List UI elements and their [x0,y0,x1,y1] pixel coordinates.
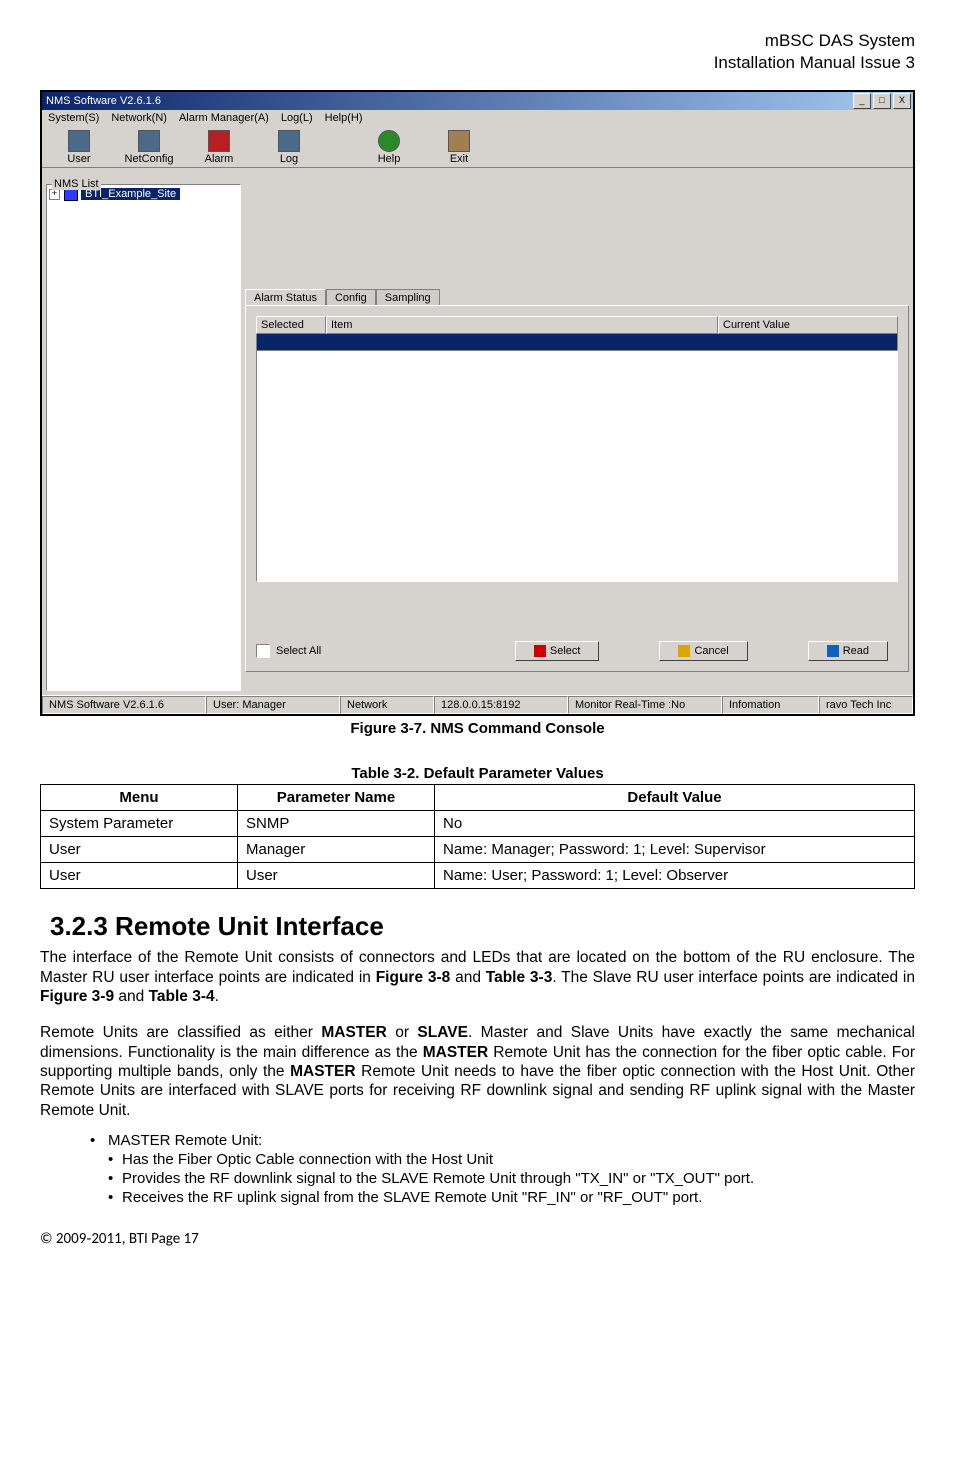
exit-icon [448,130,470,152]
status-monitor: Monitor Real-Time :No [568,696,722,714]
header-line1: mBSC DAS System [40,30,915,52]
log-icon [278,130,300,152]
select-button[interactable]: Select [515,641,600,661]
minimize-button[interactable]: _ [853,93,871,109]
menu-system[interactable]: System(S) [48,112,99,124]
toolbar-help[interactable]: Help [354,128,424,165]
page-header: mBSC DAS System Installation Manual Issu… [40,30,915,74]
status-app: NMS Software V2.6.1.6 [42,696,206,714]
section-heading: 3.2.3 Remote Unit Interface [50,911,915,942]
toolbar-user[interactable]: User [44,128,114,165]
select-all-checkbox[interactable] [256,644,270,658]
menu-log[interactable]: Log(L) [281,112,313,124]
status-user: User: Manager [206,696,340,714]
header-line2: Installation Manual Issue 3 [40,52,915,74]
netconfig-icon [138,130,160,152]
col-selected[interactable]: Selected [256,316,326,334]
paragraph-1: The interface of the Remote Unit consist… [40,948,915,1006]
window-title: NMS Software V2.6.1.6 [44,95,853,107]
help-icon [378,130,400,152]
page-footer: © 2009‐2011, BTI Page 17 [40,1230,915,1248]
nms-screenshot: NMS Software V2.6.1.6 _ □ X System(S) Ne… [40,90,915,716]
table-row: User User Name: User; Password: 1; Level… [41,863,915,889]
statusbar: NMS Software V2.6.1.6 User: Manager Netw… [42,695,913,714]
status-addr: 128.0.0.15:8192 [434,696,568,714]
nms-list-label: NMS List [52,178,101,190]
toolbar: User NetConfig Alarm Log Help Exit [42,126,913,168]
tab-config[interactable]: Config [326,289,376,306]
folder-icon [827,645,839,657]
user-icon [68,130,90,152]
menu-network[interactable]: Network(N) [111,112,167,124]
col-item[interactable]: Item [326,316,718,334]
table-row: User Manager Name: Manager; Password: 1;… [41,837,915,863]
th-default: Default Value [435,785,915,811]
tab-sampling[interactable]: Sampling [376,289,440,306]
select-all-label[interactable]: Select All [276,645,321,657]
titlebar: NMS Software V2.6.1.6 _ □ X [42,92,913,110]
th-menu: Menu [41,785,238,811]
cancel-button[interactable]: Cancel [659,641,747,661]
parameter-table: Menu Parameter Name Default Value System… [40,784,915,889]
figure-caption: Figure 3-7. NMS Command Console [40,720,915,737]
menu-alarm-manager[interactable]: Alarm Manager(A) [179,112,269,124]
status-network: Network [340,696,434,714]
menu-help[interactable]: Help(H) [325,112,363,124]
tab-body: Selected Item Current Value Select All S… [245,305,909,672]
table-caption: Table 3-2. Default Parameter Values [40,765,915,782]
tabs: Alarm StatusConfigSampling [245,288,909,305]
grid-selected-row[interactable] [256,334,898,350]
alarm-icon [208,130,230,152]
sub-bullet: Has the Fiber Optic Cable connection wit… [122,1151,915,1168]
pencil-icon [678,645,690,657]
table-row: System Parameter SNMP No [41,811,915,837]
toolbar-log[interactable]: Log [254,128,324,165]
sub-bullet: Receives the RF uplink signal from the S… [122,1189,915,1206]
toolbar-alarm[interactable]: Alarm [184,128,254,165]
grid-header: Selected Item Current Value [256,316,898,334]
check-icon [534,645,546,657]
th-param: Parameter Name [238,785,435,811]
menubar: System(S) Network(N) Alarm Manager(A) Lo… [42,110,913,126]
read-button[interactable]: Read [808,641,888,661]
maximize-button[interactable]: □ [873,93,891,109]
bullet-master: MASTER Remote Unit: Has the Fiber Optic … [108,1132,915,1206]
nms-tree[interactable]: + BTI_Example_Site [46,184,241,691]
close-button[interactable]: X [893,93,911,109]
toolbar-netconfig[interactable]: NetConfig [114,128,184,165]
tree-expander[interactable]: + [49,189,60,200]
status-info: Infomation [722,696,819,714]
status-company: ravo Tech Inc [819,696,913,714]
paragraph-2: Remote Units are classified as either MA… [40,1023,915,1120]
sub-bullet: Provides the RF downlink signal to the S… [122,1170,915,1187]
tab-alarm-status[interactable]: Alarm Status [245,289,326,306]
bullet-list: MASTER Remote Unit: Has the Fiber Optic … [40,1132,915,1206]
col-current-value[interactable]: Current Value [718,316,898,334]
toolbar-exit[interactable]: Exit [424,128,494,165]
grid-body[interactable] [256,350,898,582]
